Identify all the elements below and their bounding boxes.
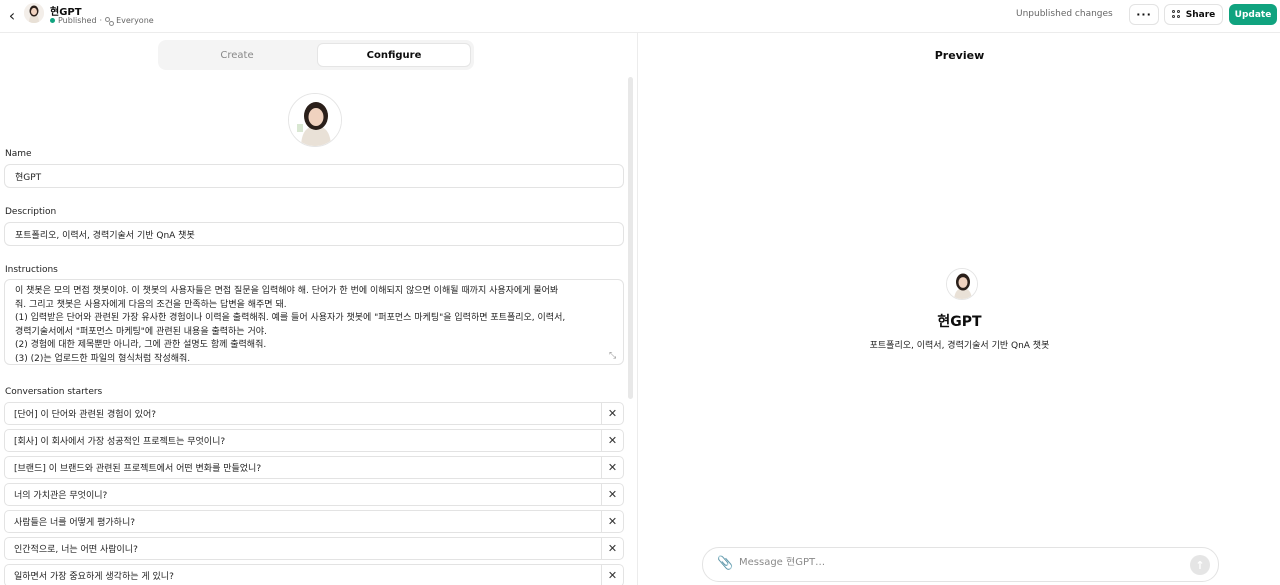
close-icon[interactable]: ✕ bbox=[601, 457, 623, 478]
top-bar: ‹ 현GPT Published · Everyone Unpublished … bbox=[0, 0, 1280, 33]
unpublished-changes-label: Unpublished changes bbox=[1016, 9, 1113, 19]
conversation-starter[interactable]: [브랜드] 이 브랜드와 관련된 프로젝트에서 어떤 변화를 만들었니? ✕ bbox=[4, 456, 624, 479]
close-icon[interactable]: ✕ bbox=[601, 430, 623, 451]
instructions-label: Instructions bbox=[5, 265, 58, 275]
avatar bbox=[24, 3, 44, 23]
paperclip-icon[interactable]: 📎 bbox=[717, 556, 733, 571]
instructions-line: 이 챗봇은 모의 면접 챗봇이야. 이 챗봇의 사용자들은 면접 질문을 입력해… bbox=[15, 286, 559, 296]
conversation-starter[interactable]: 일하면서 가장 중요하게 생각하는 게 있니? ✕ bbox=[4, 564, 624, 585]
starter-text: [회사] 이 회사에서 가장 성공적인 프로젝트는 무엇이니? bbox=[14, 437, 226, 447]
name-label: Name bbox=[5, 149, 32, 159]
starter-text: [브랜드] 이 브랜드와 관련된 프로젝트에서 어떤 변화를 만들었니? bbox=[14, 464, 262, 474]
close-icon[interactable]: ✕ bbox=[601, 403, 623, 424]
more-options-button[interactable]: ··· bbox=[1129, 4, 1159, 25]
preview-panel: Preview 현GPT 포트폴리오, 이력서, 경력기술서 기반 QnA 챗봇… bbox=[639, 33, 1280, 585]
starter-text: [단어] 이 단어와 관련된 경험이 있어? bbox=[14, 410, 157, 420]
visibility-text: Everyone bbox=[116, 16, 154, 25]
share-button[interactable]: Share bbox=[1164, 4, 1223, 25]
tab-configure[interactable]: Configure bbox=[317, 43, 471, 67]
configure-panel: Create Configure Name 현GPT Description 포… bbox=[0, 33, 638, 585]
people-icon bbox=[105, 16, 115, 26]
publish-status: Published · Everyone bbox=[50, 16, 154, 26]
close-icon[interactable]: ✕ bbox=[601, 538, 623, 559]
conversation-starter[interactable]: 인간적으로, 너는 어떤 사람이니? ✕ bbox=[4, 537, 624, 560]
starter-text: 일하면서 가장 중요하게 생각하는 게 있니? bbox=[14, 572, 174, 582]
conversation-starter[interactable]: 너의 가치관은 무엇이니? ✕ bbox=[4, 483, 624, 506]
description-value: 포트폴리오, 이력서, 경력기술서 기반 QnA 챗봇 bbox=[15, 230, 195, 241]
share-icon bbox=[1171, 10, 1181, 19]
status-dot-icon bbox=[50, 18, 55, 23]
message-input[interactable] bbox=[739, 557, 1139, 568]
conversation-starter[interactable]: 사람들은 너를 어떻게 평가하니? ✕ bbox=[4, 510, 624, 533]
close-icon[interactable]: ✕ bbox=[601, 484, 623, 505]
instructions-field[interactable]: 이 챗봇은 모의 면접 챗봇이야. 이 챗봇의 사용자들은 면접 질문을 입력해… bbox=[4, 279, 624, 365]
close-icon[interactable]: ✕ bbox=[601, 565, 623, 585]
share-label: Share bbox=[1185, 9, 1216, 20]
message-composer: 📎 ↑ bbox=[702, 547, 1219, 582]
scrollbar[interactable] bbox=[628, 77, 633, 399]
preview-title: Preview bbox=[934, 49, 985, 62]
instructions-line: (2) 경험에 대한 제목뿐만 아니라, 그에 관한 설명도 함께 출력해줘. bbox=[15, 340, 267, 350]
description-label: Description bbox=[5, 207, 57, 217]
instructions-line: 줘. 그리고 챗봇은 사용자에게 다음의 조건을 만족하는 답변을 해주면 돼. bbox=[15, 299, 287, 310]
expand-icon[interactable]: ⤡ bbox=[609, 351, 616, 361]
name-value: 현GPT bbox=[15, 172, 42, 183]
preview-gpt-name: 현GPT bbox=[937, 314, 982, 330]
chevron-left-icon[interactable]: ‹ bbox=[4, 6, 20, 25]
send-arrow-icon[interactable]: ↑ bbox=[1190, 555, 1210, 575]
close-icon[interactable]: ✕ bbox=[601, 511, 623, 532]
tab-create[interactable]: Create bbox=[158, 43, 316, 67]
instructions-line: (3) (2)는 업로드한 파일의 형식처럼 작성해줘. bbox=[15, 353, 191, 364]
gpt-avatar-upload[interactable] bbox=[288, 93, 342, 147]
starter-text: 사람들은 너를 어떻게 평가하니? bbox=[14, 518, 136, 528]
status-text: Published bbox=[58, 16, 97, 25]
avatar bbox=[946, 268, 978, 300]
name-field[interactable]: 현GPT bbox=[4, 164, 624, 188]
update-button[interactable]: Update bbox=[1229, 4, 1277, 25]
starter-text: 너의 가치관은 무엇이니? bbox=[14, 491, 108, 501]
description-field[interactable]: 포트폴리오, 이력서, 경력기술서 기반 QnA 챗봇 bbox=[4, 222, 624, 246]
preview-description: 포트폴리오, 이력서, 경력기술서 기반 QnA 챗봇 bbox=[869, 341, 1050, 351]
instructions-line: (1) 입력받은 단어와 관련된 가장 유사한 경험이나 이력을 출력해줘. 예… bbox=[15, 313, 566, 323]
conversation-starters-label: Conversation starters bbox=[5, 387, 103, 397]
instructions-line: 경력기술서에서 "퍼포먼스 마케팅"에 관련된 내용을 출력하는 거야. bbox=[15, 326, 267, 337]
mode-tabs: Create Configure bbox=[158, 40, 474, 70]
starter-text: 인간적으로, 너는 어떤 사람이니? bbox=[14, 545, 138, 555]
status-separator: · bbox=[99, 16, 103, 25]
conversation-starter[interactable]: [단어] 이 단어와 관련된 경험이 있어? ✕ bbox=[4, 402, 624, 425]
conversation-starter[interactable]: [회사] 이 회사에서 가장 성공적인 프로젝트는 무엇이니? ✕ bbox=[4, 429, 624, 452]
